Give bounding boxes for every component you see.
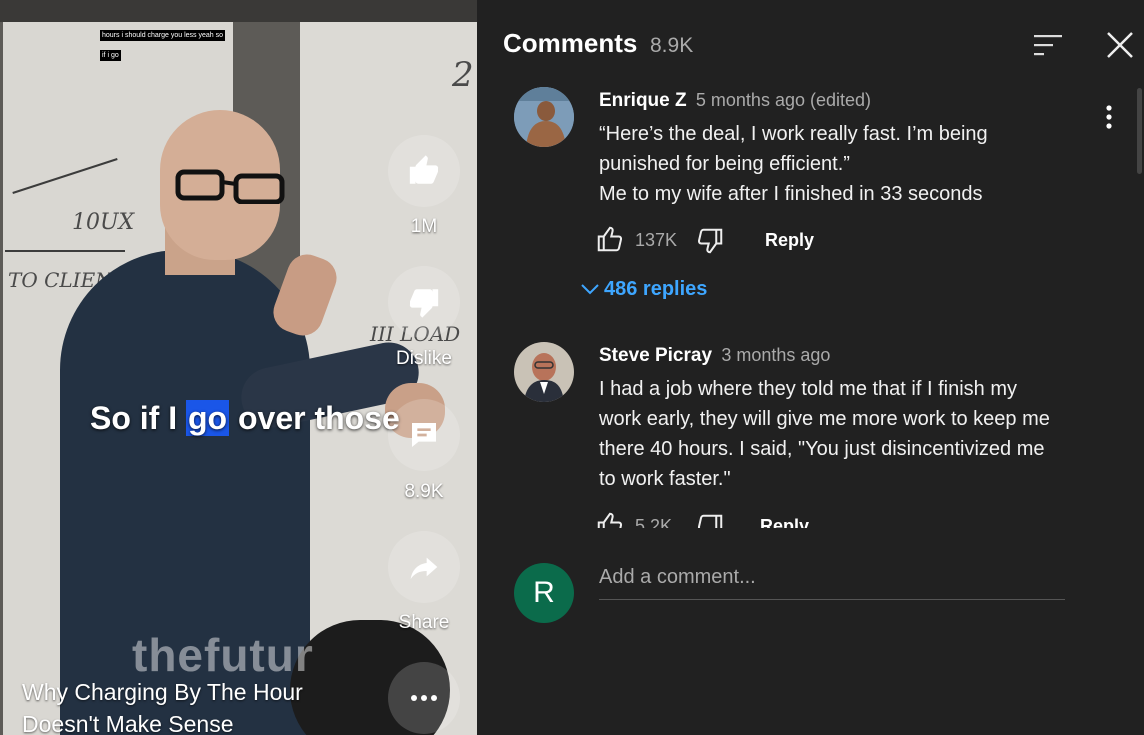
comment-like-count: 137K [635,230,678,250]
comment-line: Me to my wife after I finished in 33 sec… [599,183,983,205]
replies-count-label: 486 replies [604,278,708,300]
video-frame-top [0,0,477,22]
reply-button[interactable]: Reply [760,516,809,528]
comment-actions: 5.2K Reply [595,510,895,528]
subtitle-text: over those [237,400,400,436]
video-subtitle: So if I go over those [90,400,400,437]
thumbs-up-outline-icon[interactable] [595,510,625,528]
dislike-label: Dislike [396,348,452,369]
subtitle-text: So if I [90,400,178,436]
chevron-down-icon [581,284,599,295]
comment-author[interactable]: Enrique Z 5 months ago (edited) [599,90,871,112]
board-drawing [5,250,125,252]
avatar[interactable] [514,342,574,402]
thumbs-up-outline-icon[interactable] [595,224,625,254]
more-options-button[interactable] [388,662,460,734]
comments-count: 8.9K [650,34,694,57]
comments-button[interactable] [388,399,460,471]
burned-in-caption: if i go [100,50,121,61]
share-button[interactable] [388,531,460,603]
comment-like-count: 5.2K [635,516,673,528]
comment-time[interactable]: 5 months ago (edited) [696,90,871,110]
comment-menu-icon[interactable] [1099,102,1119,132]
subtitle-highlight: go [186,400,230,436]
comments-panel: Comments 8.9K Enrique Z 5 months ago (ed… [477,0,1144,735]
comments-list: Enrique Z 5 months ago (edited) “Here’s … [477,80,1144,528]
comment-line: work early, they will give me more work … [599,408,1050,430]
comment-actions: 137K Reply [595,224,895,254]
share-arrow-icon [410,557,438,579]
comments-count: 8.9K [404,481,444,502]
thumbs-up-icon [409,155,439,184]
dislike-button[interactable] [388,266,460,338]
board-text: 10UX [72,210,135,235]
more-horizontal-icon [411,695,437,701]
avatar-image [514,342,574,402]
comment-text: “Here’s the deal, I work really fast. I’… [599,119,988,209]
comment-time[interactable]: 3 months ago [721,345,830,365]
burned-in-caption: hours i should charge you less yeah so [100,30,226,41]
close-icon[interactable] [1103,28,1137,62]
comment-line: to work faster." [599,468,731,490]
comment-author[interactable]: Steve Picray 3 months ago [599,345,830,367]
video-player[interactable]: 10UX TO CLIEN III LOAD 2 hours i should … [0,0,477,735]
author-name: Steve Picray [599,345,713,366]
channel-watermark: thefutur [132,629,314,681]
comment-line: punished for being efficient.” [599,153,850,175]
thumbs-down-outline-icon[interactable] [695,226,725,256]
comment-text: I had a job where they told me that if I… [599,374,1050,494]
thumbs-down-outline-icon[interactable] [695,512,725,528]
sort-icon[interactable] [1032,30,1064,60]
comment-line: “Here’s the deal, I work really fast. I’… [599,123,988,145]
my-avatar[interactable]: R [514,563,574,623]
board-text: 2 [452,55,474,95]
share-label: Share [398,612,450,633]
comment-line: I had a job where they told me that if I… [599,378,1017,400]
avatar-image [514,87,574,147]
view-replies-button[interactable]: 486 replies [581,278,708,301]
avatar[interactable] [514,87,574,147]
presenter-glasses [175,169,285,204]
like-count: 1M [410,216,438,237]
comments-title: Comments [503,28,638,58]
like-button[interactable] [388,135,460,207]
comment-icon [412,423,436,447]
author-name: Enrique Z [599,90,687,111]
thumbs-down-icon [409,289,439,318]
reply-button[interactable]: Reply [765,230,814,251]
add-comment-input[interactable] [599,566,1065,600]
video-title[interactable]: Why Charging By The Hour Doesn't Make Se… [22,676,352,735]
comment-line: there 40 hours. I said, "You just disinc… [599,438,1045,460]
